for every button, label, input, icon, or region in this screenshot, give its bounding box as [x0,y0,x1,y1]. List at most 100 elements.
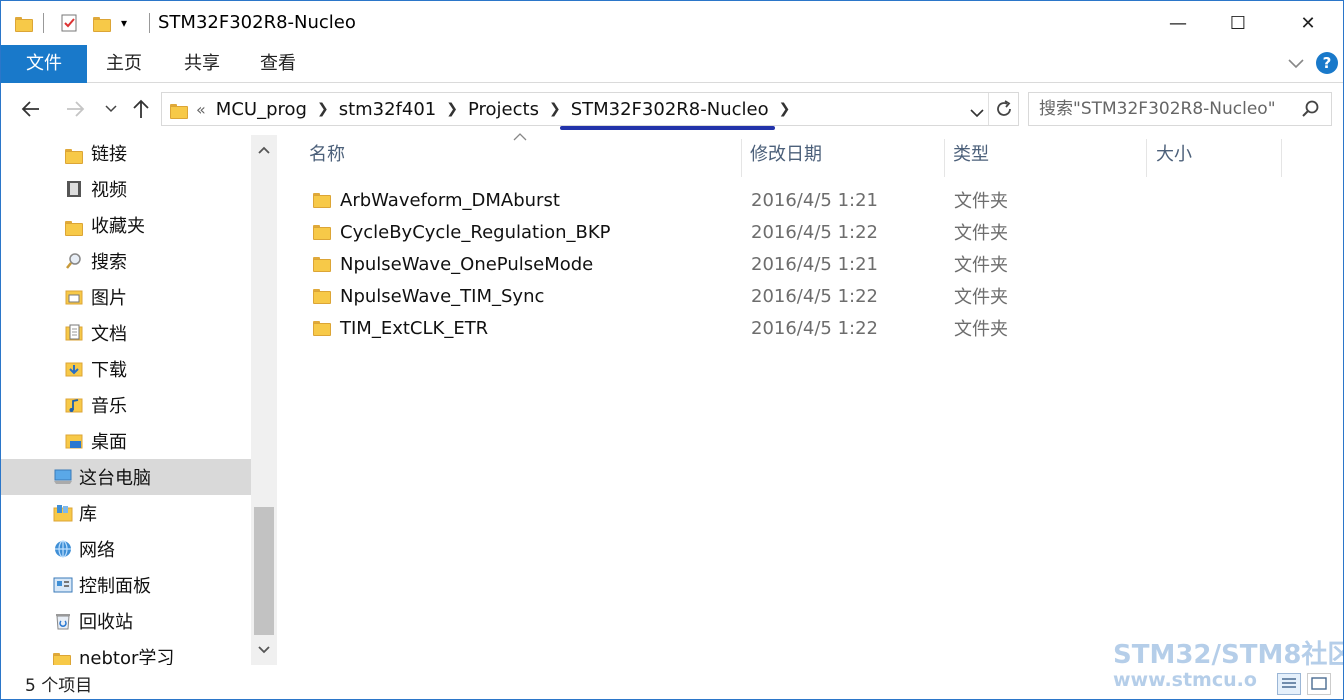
nav-item-downloads[interactable]: 下载 [1,351,251,387]
chevron-right-icon[interactable]: ❯ [549,101,561,117]
nav-item-label: 桌面 [91,432,127,453]
video-folder-icon [65,180,85,198]
customize-toolbar-chevron-icon[interactable]: ▾ [121,11,127,35]
navigation-pane: 链接 视频 收藏夹 搜索 图片 文档 下载 音乐 桌面 这台电脑 库 网络 控制… [1,135,277,669]
new-folder-icon[interactable] [93,11,111,35]
divider [149,13,150,33]
recent-locations-chevron-icon[interactable] [97,95,125,123]
watermark: STM32/STM8社区 [1113,640,1344,670]
search-icon[interactable] [1301,99,1321,123]
nav-item-label: 图片 [91,288,127,309]
refresh-icon[interactable] [994,99,1014,123]
quick-access-folder-icon[interactable] [15,11,33,35]
favorites-folder-icon [65,216,85,236]
pictures-folder-icon [65,288,85,306]
file-type: 文件夹 [954,255,1008,276]
tab-share[interactable]: 共享 [171,45,233,83]
address-history-chevron-icon[interactable] [970,103,984,122]
file-name: ArbWaveform_DMAburst [340,189,560,211]
nav-item-label: 下载 [91,360,127,381]
recycle-bin-icon [53,612,73,630]
forward-button[interactable] [61,95,89,123]
file-list: 名称 修改日期 类型 大小 ArbWaveform_DMAburst 2016/… [291,133,1343,665]
nav-item-favorites[interactable]: 收藏夹 [1,207,251,243]
large-icons-view-button[interactable] [1307,673,1331,695]
nav-item-documents[interactable]: 文档 [1,315,251,351]
chevron-right-icon[interactable]: ❯ [317,101,329,117]
up-button[interactable] [127,95,155,123]
file-date: 2016/4/5 1:22 [751,317,878,339]
file-explorer-window: ▾ STM32F302R8-Nucleo — ☐ ✕ 文件 主页 共享 查看 ? [0,0,1344,700]
nav-item-music[interactable]: 音乐 [1,387,251,423]
nav-item-this-pc[interactable]: 这台电脑 [1,459,251,495]
nav-item-label: 链接 [91,144,127,165]
back-button[interactable] [17,95,45,123]
nav-item-recycle-bin[interactable]: 回收站 [1,603,251,639]
divider[interactable] [1146,139,1147,177]
address-bar[interactable]: « MCU_prog ❯ stm32f401 ❯ Projects ❯ STM3… [161,92,1019,126]
folder-icon [313,289,331,304]
link-folder-icon [65,144,85,164]
file-name: NpulseWave_OnePulseMode [340,253,594,275]
close-button[interactable]: ✕ [1277,1,1339,45]
breadcrumb-mcu-prog[interactable]: MCU_prog [216,99,307,120]
column-header-size[interactable]: 大小 [1148,135,1278,175]
table-row[interactable]: NpulseWave_OnePulseMode 2016/4/5 1:21 文件… [301,248,1041,280]
table-row[interactable]: TIM_ExtCLK_ETR 2016/4/5 1:22 文件夹 [301,312,1041,344]
table-row[interactable]: CycleByCycle_Regulation_BKP 2016/4/5 1:2… [301,216,1041,248]
network-icon [53,540,73,558]
expand-ribbon-chevron-icon[interactable] [1284,52,1308,76]
file-date: 2016/4/5 1:22 [751,285,878,307]
breadcrumb-projects[interactable]: Projects [468,99,539,120]
help-icon[interactable]: ? [1316,52,1338,74]
nav-item-videos[interactable]: 视频 [1,171,251,207]
scrollbar-thumb[interactable] [254,507,274,635]
libraries-icon [53,504,73,522]
nav-item-network[interactable]: 网络 [1,531,251,567]
file-type: 文件夹 [954,223,1008,244]
file-type: 文件夹 [954,191,1008,212]
nav-item-label: 搜索 [91,252,127,273]
item-count: 5 个项目 [25,676,93,696]
title-bar: ▾ STM32F302R8-Nucleo — ☐ ✕ [1,1,1343,45]
nav-item-control-panel[interactable]: 控制面板 [1,567,251,603]
breadcrumb-stm32f302r8-nucleo[interactable]: STM32F302R8-Nucleo [571,99,769,120]
nav-item-libraries[interactable]: 库 [1,495,251,531]
nav-item-links[interactable]: 链接 [1,135,251,171]
details-view-button[interactable] [1277,673,1301,695]
nav-item-label: 视频 [91,180,127,201]
column-header-name[interactable]: 名称 [301,135,741,175]
chevron-right-icon[interactable]: ❯ [779,101,791,117]
column-header-type[interactable]: 类型 [945,135,1145,175]
properties-icon[interactable] [59,11,79,35]
column-header-date-modified[interactable]: 修改日期 [742,135,942,175]
tab-view[interactable]: 查看 [247,45,309,83]
breadcrumb-overflow-icon[interactable]: « [196,100,206,119]
divider[interactable] [1281,139,1282,177]
minimize-button[interactable]: — [1147,1,1209,45]
location-folder-icon [170,102,188,121]
navigation-scrollbar[interactable] [251,135,277,665]
nav-item-label: 库 [79,504,97,525]
nav-item-pictures[interactable]: 图片 [1,279,251,315]
maximize-button[interactable]: ☐ [1207,1,1269,45]
tab-file[interactable]: 文件 [1,45,87,83]
downloads-folder-icon [65,360,85,378]
nav-item-searches[interactable]: 搜索 [1,243,251,279]
file-name: NpulseWave_TIM_Sync [340,285,545,307]
table-row[interactable]: NpulseWave_TIM_Sync 2016/4/5 1:22 文件夹 [301,280,1041,312]
nav-item-desktop[interactable]: 桌面 [1,423,251,459]
table-row[interactable]: ArbWaveform_DMAburst 2016/4/5 1:21 文件夹 [301,184,1041,216]
breadcrumb-stm32f401[interactable]: stm32f401 [339,99,437,120]
folder-icon [313,225,331,240]
scroll-down-chevron-icon[interactable] [251,637,277,663]
nav-item-label: 这台电脑 [79,468,151,489]
file-date: 2016/4/5 1:21 [751,189,878,211]
scroll-up-chevron-icon[interactable] [251,137,277,163]
watermark-url: www.stmcu.o [1113,669,1257,691]
chevron-right-icon[interactable]: ❯ [446,101,458,117]
search-input[interactable]: 搜索"STM32F302R8-Nucleo" [1028,92,1332,126]
nav-item-label: 控制面板 [79,576,151,597]
search-placeholder: 搜索"STM32F302R8-Nucleo" [1039,99,1276,119]
tab-home[interactable]: 主页 [93,45,155,83]
